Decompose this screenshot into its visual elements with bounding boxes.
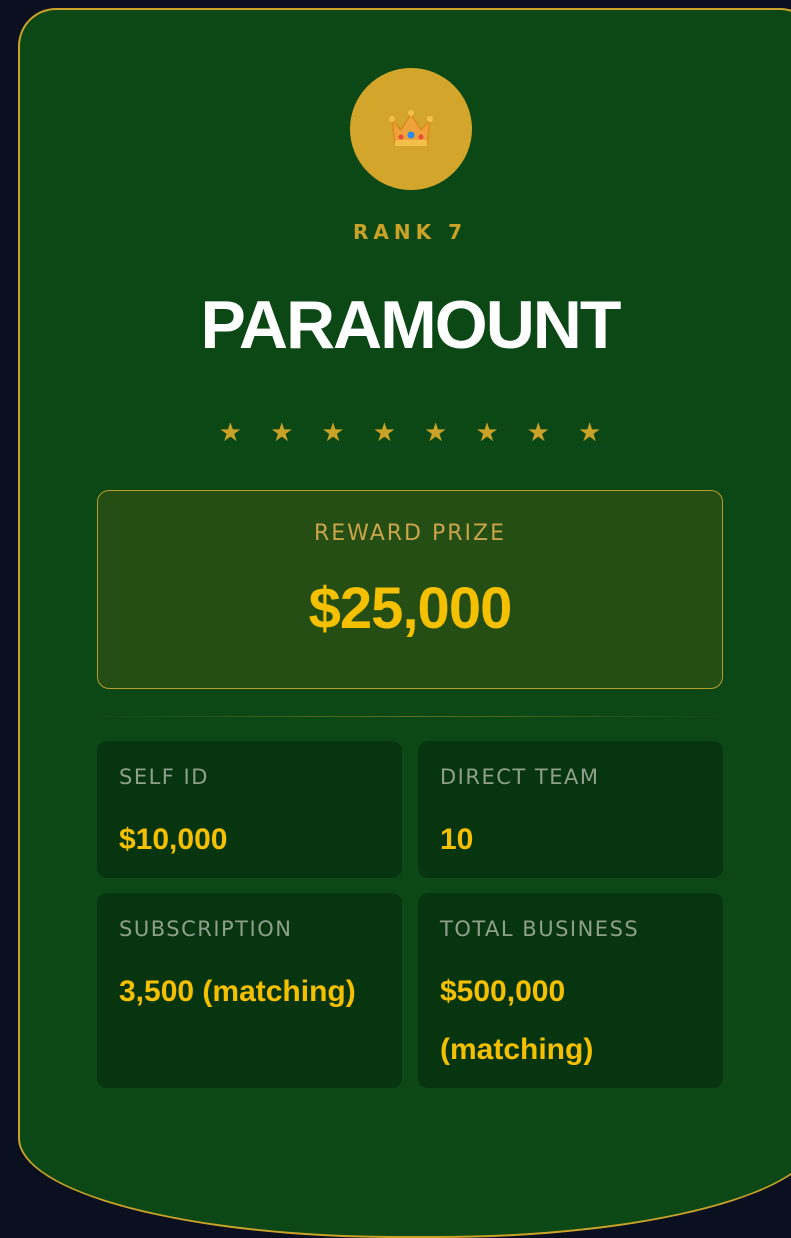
rank-card: RANK 7 PARAMOUNT ★ ★ ★ ★ ★ ★ ★ ★ REWARD PRIZE $… bbox=[18, 8, 791, 1238]
stat-label: SELF ID bbox=[119, 765, 209, 789]
star-icon: ★ bbox=[321, 418, 345, 448]
stat-label: SUBSCRIPTION bbox=[119, 917, 293, 941]
star-icon: ★ bbox=[270, 418, 294, 448]
star-icon: ★ bbox=[526, 418, 550, 448]
star-icon: ★ bbox=[475, 418, 499, 448]
reward-box: REWARD PRIZE $25,000 bbox=[97, 490, 723, 689]
reward-label: REWARD PRIZE bbox=[313, 521, 507, 546]
stat-direct-team: DIRECT TEAM 10 bbox=[418, 741, 723, 878]
stat-value: $10,000 bbox=[119, 823, 228, 856]
star-icon: ★ bbox=[577, 418, 602, 448]
rank-badge bbox=[350, 68, 472, 190]
rank-label: RANK 7 bbox=[353, 220, 467, 244]
stat-label: TOTAL BUSINESS bbox=[440, 917, 640, 941]
stat-subscription: SUBSCRIPTION 3,500 (matching) bbox=[97, 893, 402, 1088]
crown-icon bbox=[389, 110, 433, 146]
divider bbox=[88, 716, 732, 717]
rank-stars: ★ ★ ★ ★ ★ ★ ★ ★ bbox=[20, 420, 791, 446]
stat-value: 3,500 (matching) bbox=[119, 975, 356, 1008]
star-icon: ★ bbox=[218, 418, 243, 448]
stat-total-business: TOTAL BUSINESS $500,000 (matching) bbox=[418, 893, 723, 1088]
rank-title: PARAMOUNT bbox=[200, 287, 622, 363]
stat-value: $500,000 (matching) bbox=[440, 975, 594, 1066]
reward-value: $25,000 bbox=[308, 576, 513, 641]
stat-self-id: SELF ID $10,000 bbox=[97, 741, 402, 878]
star-icon: ★ bbox=[424, 418, 448, 448]
star-icon: ★ bbox=[372, 418, 396, 448]
stat-label: DIRECT TEAM bbox=[440, 765, 600, 789]
stat-value: 10 bbox=[440, 823, 474, 856]
